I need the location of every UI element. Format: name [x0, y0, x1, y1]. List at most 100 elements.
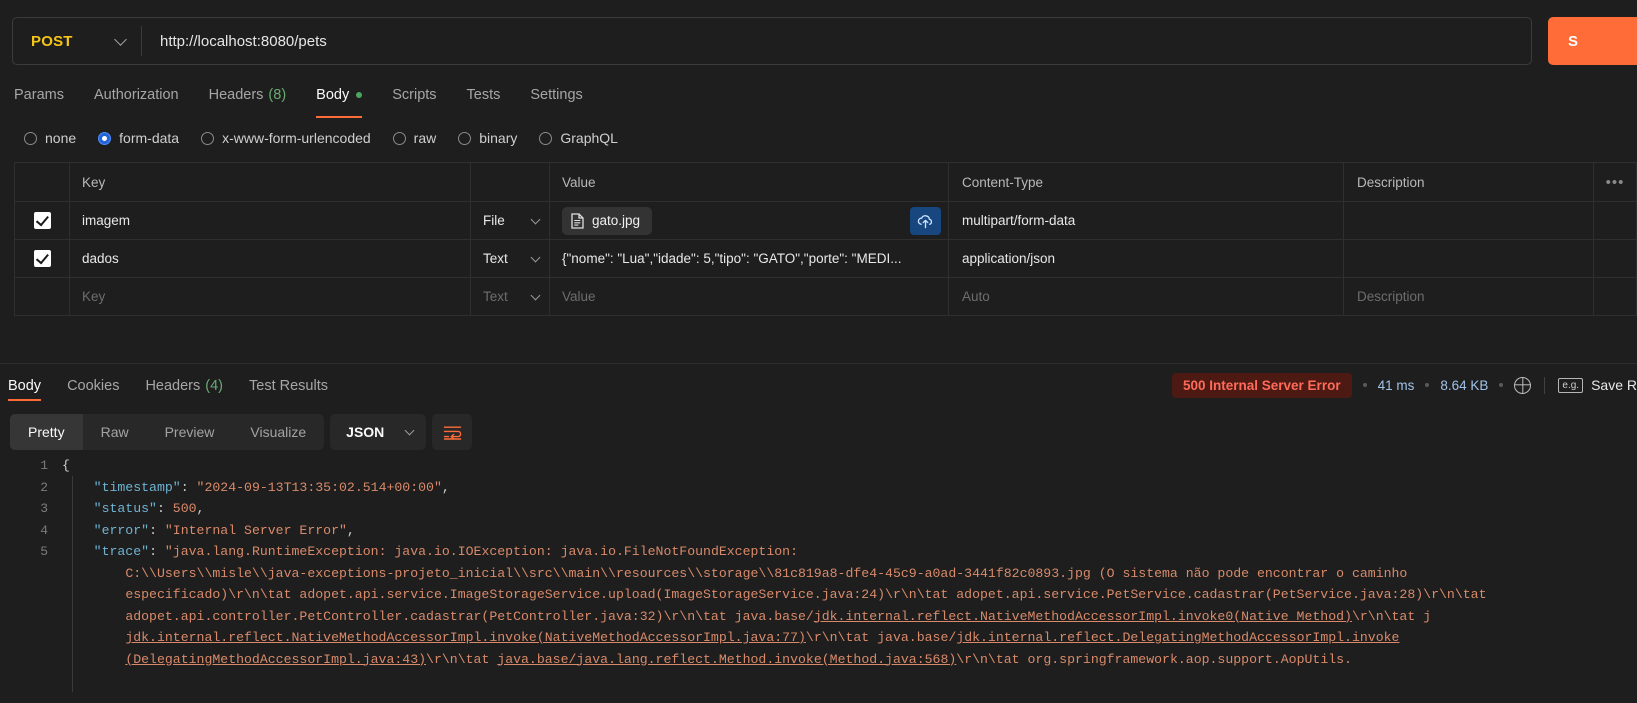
body-type-radio-group: none form-data x-www-form-urlencoded raw…	[0, 124, 1637, 152]
more-options-icon[interactable]: •••	[1606, 174, 1625, 191]
meta-separator-dot	[1499, 383, 1504, 387]
radio-graphql[interactable]: GraphQL	[539, 130, 618, 146]
radio-form-data[interactable]: form-data	[98, 130, 179, 146]
response-time: 41 ms	[1377, 377, 1415, 393]
response-body-code-viewer[interactable]: 1 2 3 4 5 { "timestamp": "2024-09-13T13:…	[0, 455, 1637, 703]
row-value-cell[interactable]: gato.jpg	[550, 202, 949, 239]
view-mode-segmented-control: Pretty Raw Preview Visualize	[10, 414, 325, 450]
placeholder-description[interactable]: Description	[1357, 289, 1425, 304]
placeholder-content-type[interactable]: Auto	[962, 289, 990, 304]
tab-label: Scripts	[392, 87, 437, 103]
code-line: "error": "Internal Server Error",	[62, 520, 1637, 542]
placeholder-type-selector[interactable]: Text	[471, 278, 550, 315]
trace-link[interactable]: jdk.internal.reflect.NativeMethodAccesso…	[814, 609, 1352, 624]
trace-link[interactable]: java.base/java.lang.reflect.Method.invok…	[497, 652, 956, 667]
row-type-selector[interactable]: Text	[471, 240, 550, 277]
json-key: "status"	[93, 501, 157, 516]
tab-label: Tests	[466, 87, 501, 103]
radio-icon	[201, 131, 215, 145]
radio-binary[interactable]: binary	[458, 130, 517, 146]
tab-tests[interactable]: Tests	[467, 76, 501, 114]
file-chip[interactable]: gato.jpg	[562, 206, 653, 235]
upload-file-button[interactable]	[910, 207, 941, 235]
tab-params[interactable]: Params	[14, 76, 64, 114]
response-tab-cookies[interactable]: Cookies	[67, 378, 119, 394]
radio-raw[interactable]: raw	[392, 130, 436, 146]
trace-segment: adopet.api.controller.PetController.cada…	[125, 608, 814, 624]
table-header-row: Key Value Content-Type Description •••	[15, 163, 1636, 202]
trace-link[interactable]: jdk.internal.reflect.NativeMethodAccesso…	[125, 630, 806, 645]
radio-label: binary	[479, 130, 518, 146]
view-mode-visualize[interactable]: Visualize	[232, 414, 324, 450]
placeholder-value[interactable]: Value	[562, 289, 596, 304]
tab-settings[interactable]: Settings	[530, 76, 582, 114]
url-input[interactable]: http://localhost:8080/pets	[142, 18, 1531, 64]
code-line-wrapped: (DelegatingMethodAccessorImpl.java:43) \r…	[62, 649, 1637, 671]
tab-authorization[interactable]: Authorization	[94, 76, 179, 114]
trace-segment: \r\n\tat org.springframework.aop.support…	[956, 651, 1352, 667]
response-format-selector[interactable]: JSON	[330, 414, 427, 450]
radio-label: none	[45, 130, 77, 146]
meta-separator-dot	[1425, 383, 1430, 387]
tab-label: Test Results	[249, 378, 328, 394]
row-key[interactable]: dados	[82, 251, 119, 266]
radio-icon	[458, 131, 472, 145]
json-value: 500	[172, 501, 197, 516]
json-colon: :	[149, 522, 165, 538]
view-mode-pretty[interactable]: Pretty	[10, 414, 83, 450]
table-row-placeholder: Key Text Value Auto Description	[15, 278, 1636, 316]
tab-scripts[interactable]: Scripts	[392, 76, 436, 114]
active-tab-underline	[316, 116, 363, 118]
response-separator	[0, 363, 1637, 364]
row-type-label: File	[483, 213, 505, 228]
view-mode-raw[interactable]: Raw	[83, 414, 147, 450]
format-label: JSON	[346, 424, 385, 440]
wrap-lines-button[interactable]	[432, 414, 473, 450]
tab-headers[interactable]: Headers (8)	[209, 76, 287, 114]
radio-x-www-form-urlencoded[interactable]: x-www-form-urlencoded	[201, 130, 371, 146]
row-checkbox[interactable]	[33, 212, 51, 229]
tab-label: Body	[8, 378, 42, 394]
trace-link[interactable]: jdk.internal.reflect.DelegatingMethodAcc…	[956, 630, 1399, 645]
request-tabs: Params Authorization Headers (8) Body Sc…	[0, 76, 1637, 118]
tab-body[interactable]: Body	[316, 76, 363, 118]
trace-link[interactable]: (DelegatingMethodAccessorImpl.java:43)	[125, 652, 426, 667]
placeholder-key[interactable]: Key	[82, 289, 105, 304]
row-key[interactable]: imagem	[82, 213, 130, 228]
radio-label: GraphQL	[560, 130, 618, 146]
trace-segment: C:\\Users\\misle\\java-exceptions-projet…	[125, 565, 1408, 581]
row-content-type[interactable]: application/json	[962, 251, 1055, 266]
cloud-upload-icon	[917, 214, 933, 228]
row-type-label: Text	[483, 251, 508, 266]
row-type-selector[interactable]: File	[471, 202, 550, 239]
response-tab-test-results[interactable]: Test Results	[249, 378, 328, 394]
line-number-gutter: 1 2 3 4 5	[0, 455, 62, 703]
tab-label: Params	[14, 87, 64, 103]
send-button[interactable]: S	[1548, 17, 1637, 65]
tab-label: Settings	[530, 87, 583, 103]
row-content-type[interactable]: multipart/form-data	[962, 213, 1075, 228]
save-response-button[interactable]: Save R	[1591, 377, 1637, 393]
radio-none[interactable]: none	[24, 130, 76, 146]
json-comma: ,	[441, 479, 450, 495]
json-value: "Internal Server Error"	[164, 522, 347, 538]
response-tab-body[interactable]: Body	[8, 378, 42, 401]
chevron-down-icon	[530, 290, 541, 300]
json-comma: ,	[196, 501, 205, 516]
method-selector[interactable]: POST	[13, 18, 141, 64]
view-mode-preview[interactable]: Preview	[147, 414, 233, 450]
json-comma: ,	[346, 522, 355, 538]
radio-icon	[24, 131, 37, 145]
json-key: "error"	[93, 522, 150, 538]
response-tab-headers[interactable]: Headers (4)	[145, 378, 223, 394]
json-key: "trace"	[93, 544, 150, 559]
row-value[interactable]: {"nome": "Lua","idade": 5,"tipo": "GATO"…	[562, 251, 901, 266]
json-brace: {	[62, 458, 70, 473]
header-type-cell	[471, 163, 550, 201]
tab-label: Headers	[145, 378, 201, 394]
active-tab-underline	[8, 399, 42, 401]
globe-icon[interactable]	[1514, 376, 1532, 394]
chevron-down-icon	[114, 32, 127, 46]
row-checkbox[interactable]	[33, 250, 51, 267]
json-colon: :	[156, 501, 173, 516]
